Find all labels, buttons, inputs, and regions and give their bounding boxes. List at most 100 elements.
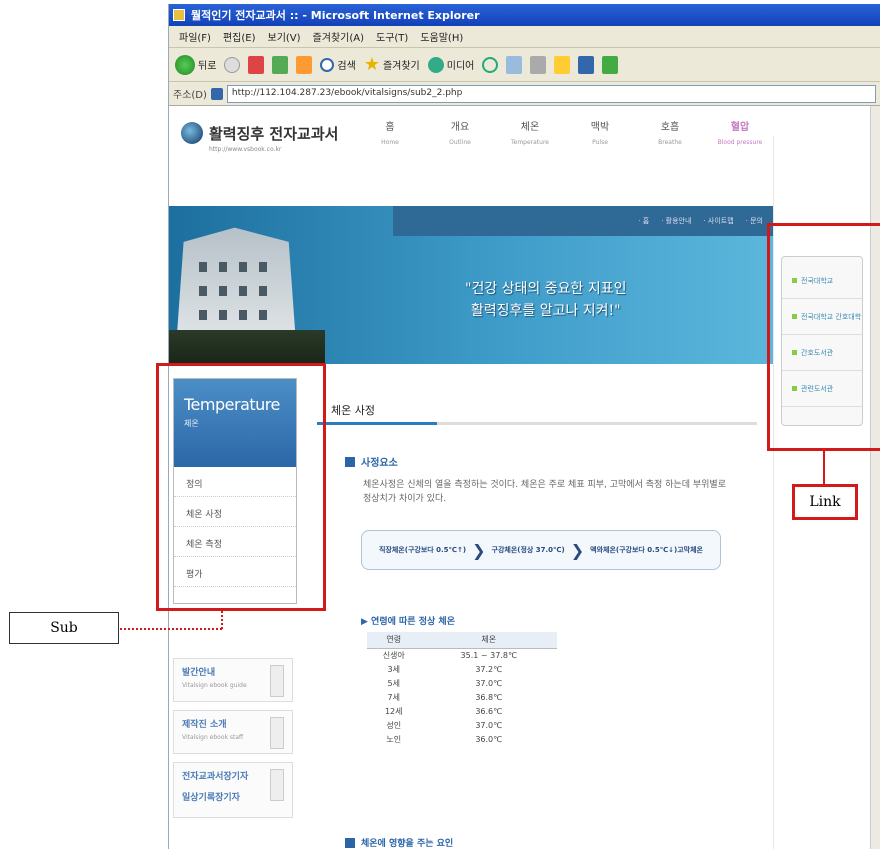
media-label: 미디어 — [446, 61, 475, 72]
logo-url: http://www.vsbook.co.kr — [209, 146, 282, 153]
sub-annotation-label: Sub — [9, 612, 119, 644]
cell-temp: 35.1 ~ 37.8℃ — [460, 650, 517, 660]
section-heading: 사정요소 — [345, 454, 398, 469]
sub-highlight-box — [156, 363, 326, 611]
nav-breathe[interactable]: 호흡 Breathe — [635, 118, 705, 146]
nav-breathe-ko: 호흡 — [660, 122, 680, 133]
cell-age: 신생아 — [382, 650, 405, 660]
cell-temp: 37.2℃ — [475, 664, 503, 674]
nav-temperature[interactable]: 체온 Temperature — [495, 118, 565, 146]
tab-temperature-assessment[interactable]: 체온 사정 — [317, 398, 389, 422]
flow-axillary: 액와체온(구강보다 0.5℃↓)고막체온 — [590, 546, 703, 554]
menu-file[interactable]: 파일(F) — [179, 29, 211, 44]
title-bar: 뭘적인기 전자교과서 :: - Microsoft Internet Explo… — [169, 4, 880, 26]
table-row: 5세 37.0℃ — [367, 676, 557, 690]
banner-quote: "건강 상태의 중요한 지표인 활력징후를 알고나 지켜!" — [465, 278, 626, 322]
promo-title: 전자교과서장기자 — [182, 772, 249, 782]
section-heading-2: 체온에 영향을 주는 요인 — [345, 836, 453, 849]
print-icon[interactable] — [530, 55, 547, 74]
promo-title: 제작진 소개 — [182, 720, 227, 730]
menu-help[interactable]: 도움말(H) — [420, 29, 463, 44]
tab-active-underline — [317, 422, 437, 425]
menu-view[interactable]: 보기(V) — [268, 29, 301, 44]
table-row: 노인 36.0℃ — [367, 732, 557, 746]
flow-rectal: 직장체온(구강보다 0.5℃↑) — [378, 546, 467, 554]
top-link-home[interactable]: · 홈 — [638, 216, 649, 226]
cell-temp: 37.0℃ — [475, 720, 503, 730]
flow-oral: 구강체온(정상 37.0℃) — [491, 546, 565, 554]
messenger-icon[interactable] — [602, 55, 619, 74]
nav-outline-en: Outline — [449, 139, 471, 146]
star-icon: ★ — [363, 54, 380, 75]
favorites-button[interactable]: ★ 즐겨찾기 — [364, 54, 420, 75]
address-input[interactable]: http://112.104.287.23/ebook/vitalsigns/s… — [226, 84, 876, 103]
cell-temp: 36.0℃ — [475, 734, 503, 744]
promo-sub: Vitalsign ebook staff — [182, 734, 244, 741]
section-bullet-icon — [345, 837, 355, 848]
menu-edit[interactable]: 편집(E) — [223, 29, 256, 44]
menu-bar: 파일(F) 편집(E) 보기(V) 즐겨찾기(A) 도구(T) 도움말(H) — [169, 26, 880, 48]
menu-tools[interactable]: 도구(T) — [376, 29, 408, 44]
cell-age: 3세 — [387, 664, 400, 674]
cell-temp: 37.0℃ — [475, 678, 503, 688]
folder-icon[interactable] — [554, 55, 571, 74]
nav-outline[interactable]: 개요 Outline — [425, 118, 495, 146]
history-icon[interactable] — [482, 56, 499, 73]
hero-banner: · 홈 · 활용안내 · 사이트맵 · 문의 "건강 상태의 중요한 지표인 활… — [169, 206, 773, 364]
top-link-guide[interactable]: · 활용안내 — [661, 216, 691, 226]
banner-quote-line2: 활력징후를 알고나 지켜!" — [470, 303, 621, 319]
nav-home-en: Home — [381, 139, 399, 146]
mail-icon[interactable] — [506, 55, 523, 74]
site-header: 활력징후 전자교과서 http://www.vsbook.co.kr 홈 Hom… — [169, 106, 773, 174]
table-row: 7세 36.8℃ — [367, 690, 557, 704]
back-button[interactable]: 뒤로 — [175, 54, 217, 75]
nav-blood-pressure-ko: 혈압 — [730, 122, 750, 133]
forward-button[interactable] — [224, 56, 241, 73]
age-temperature-table: 연령 체온 신생아 35.1 ~ 37.8℃ 3세 37.2℃ 5세 37.0℃ 7세… — [367, 632, 557, 746]
search-button[interactable]: 검색 — [320, 57, 356, 72]
back-arrow-icon — [175, 54, 195, 75]
top-link-contact[interactable]: · 문의 — [746, 216, 763, 226]
home-icon[interactable] — [296, 55, 313, 74]
banner-quote-line1: "건강 상태의 중요한 지표인 — [465, 281, 627, 297]
search-label: 검색 — [337, 61, 356, 72]
nav-blood-pressure[interactable]: 혈압 Blood pressure — [705, 118, 775, 146]
cell-age: 12세 — [384, 706, 403, 716]
chevron-right-icon: ❯ — [472, 540, 486, 560]
promo-title-2: 일상기록장기자 — [182, 793, 240, 803]
media-button[interactable]: 미디어 — [427, 56, 475, 73]
vertical-scrollbar[interactable] — [870, 106, 880, 849]
table-header-temperature: 체온 — [420, 632, 557, 649]
table-row: 3세 37.2℃ — [367, 662, 557, 676]
nav-outline-ko: 개요 — [450, 122, 470, 133]
nav-blood-pressure-en: Blood pressure — [717, 139, 763, 146]
cell-temp: 36.6℃ — [475, 706, 503, 716]
sub-connector-dots-vertical — [221, 611, 223, 629]
toolbar: 뒤로 검색 ★ 즐겨찾기 미디어 — [169, 48, 880, 82]
logo-mark-icon — [181, 122, 203, 144]
promo-ebook[interactable]: 전자교과서장기자 일상기록장기자 — [173, 762, 293, 818]
nav-home[interactable]: 홈 Home — [355, 118, 425, 146]
refresh-icon[interactable] — [272, 55, 289, 74]
table-row: 성인 37.0℃ — [367, 718, 557, 732]
cell-temp: 36.8℃ — [475, 692, 503, 702]
promo-publish-guide[interactable]: 발간안내 Vitalsign ebook guide — [173, 658, 293, 702]
site-logo[interactable]: 활력징후 전자교과서 http://www.vsbook.co.kr — [181, 122, 338, 153]
top-link-sitemap[interactable]: · 사이트맵 — [703, 216, 733, 226]
address-bar: 주소(D) http://112.104.287.23/ebook/vitals… — [169, 82, 880, 106]
nav-home-ko: 홈 — [385, 122, 395, 133]
document-icon — [270, 717, 284, 749]
temperature-flow-box: 직장체온(구강보다 0.5℃↑) ❯ 구강체온(정상 37.0℃) ❯ 액와체온… — [361, 530, 721, 570]
nav-temperature-ko: 체온 — [520, 122, 540, 133]
nav-breathe-en: Breathe — [658, 139, 682, 146]
promo-staff[interactable]: 제작진 소개 Vitalsign ebook staff — [173, 710, 293, 754]
section-paragraph: 체온사정은 신체의 열을 측정하는 것이다. 체온은 주로 체표 피부, 고막에… — [363, 480, 726, 504]
menu-favorites[interactable]: 즐겨찾기(A) — [313, 29, 364, 44]
table-heading: ▶ 연령에 따른 정상 체온 — [361, 617, 455, 627]
back-label: 뒤로 — [198, 61, 217, 72]
stop-icon[interactable] — [248, 55, 265, 74]
link-highlight-box — [767, 223, 880, 451]
nav-pulse[interactable]: 맥박 Pulse — [565, 118, 635, 146]
edit-icon[interactable] — [578, 55, 595, 74]
table-header-age: 연령 — [367, 632, 421, 649]
